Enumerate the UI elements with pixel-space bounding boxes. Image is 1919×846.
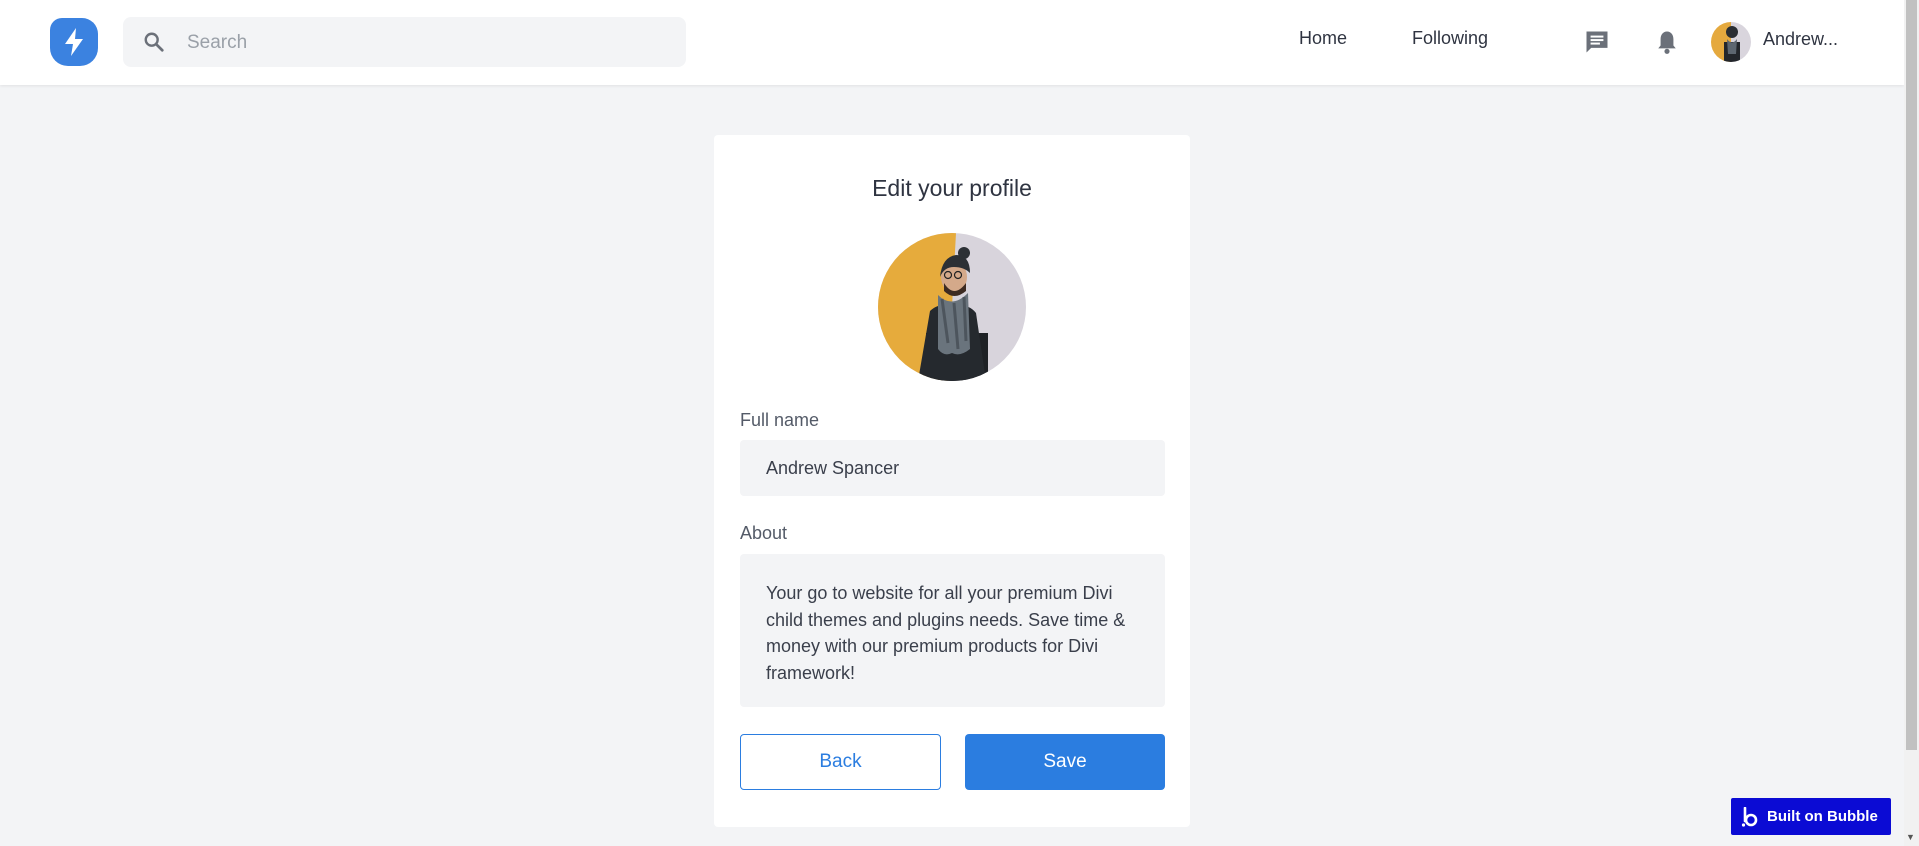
save-button[interactable]: Save xyxy=(965,734,1165,790)
chat-icon[interactable] xyxy=(1583,28,1611,56)
search-bar[interactable] xyxy=(123,17,686,69)
bell-icon[interactable] xyxy=(1653,28,1681,56)
built-on-bubble-badge[interactable]: Built on Bubble xyxy=(1731,798,1891,835)
profile-photo-image xyxy=(878,233,1026,381)
badge-label: Built on Bubble xyxy=(1767,808,1878,825)
top-navigation-bar: Home Following Andrew... xyxy=(0,0,1904,85)
about-label: About xyxy=(740,523,788,543)
edit-profile-card: Edit your profile Full name Andrew Spanc… xyxy=(714,135,1190,827)
lightning-icon xyxy=(65,28,83,56)
full-name-label: Full name xyxy=(740,410,820,430)
avatar-image xyxy=(1711,22,1751,62)
bubble-logo-icon xyxy=(1741,806,1758,827)
user-name-menu[interactable]: Andrew... xyxy=(1763,29,1838,50)
about-textarea[interactable]: Your go to website for all your premium … xyxy=(740,554,1165,707)
nav-home-link[interactable]: Home xyxy=(1299,28,1347,49)
full-name-input[interactable]: Andrew Spancer xyxy=(740,440,1165,496)
nav-following-link[interactable]: Following xyxy=(1412,28,1488,49)
search-icon xyxy=(144,32,164,52)
page-title: Edit your profile xyxy=(872,175,1032,201)
back-button[interactable]: Back xyxy=(740,734,941,790)
profile-photo-upload[interactable] xyxy=(878,233,1026,381)
user-avatar[interactable] xyxy=(1711,22,1751,62)
scrollbar-thumb[interactable] xyxy=(1906,0,1917,750)
scroll-down-arrow-icon[interactable]: ▼ xyxy=(1906,832,1915,842)
app-logo[interactable] xyxy=(50,18,98,66)
search-input[interactable] xyxy=(185,17,669,69)
